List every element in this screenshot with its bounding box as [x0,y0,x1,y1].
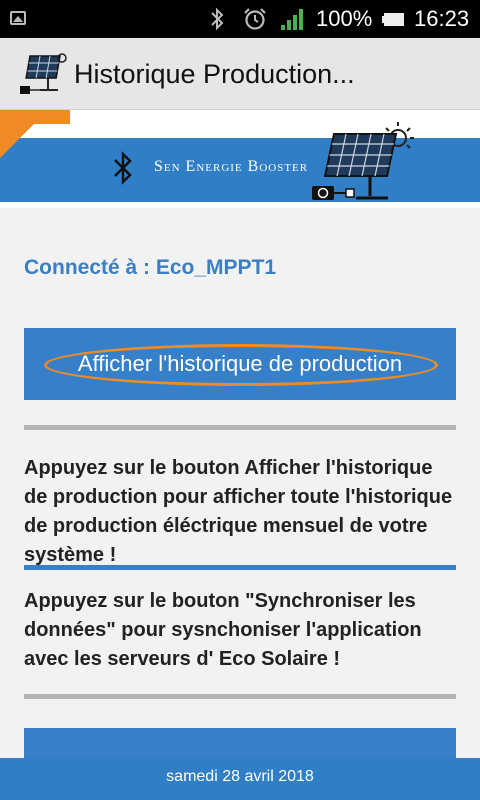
status-bar: 100% 16:23 [0,0,480,38]
alarm-icon [244,8,266,30]
instruction-sync: Appuyez sur le bouton "Synchroniser les … [24,590,422,670]
instruction-history: Appuyez sur le bouton Afficher l'histori… [24,457,453,566]
divider [24,694,456,699]
page-title: Historique Production... [74,59,355,89]
divider [24,425,456,430]
gallery-icon [10,11,26,25]
battery-percent: 100% [316,6,373,31]
bluetooth-icon [211,7,224,31]
footer-date: samedi 28 avril 2018 [0,758,480,800]
solar-panel-icon [312,122,414,200]
main-content: Connecté à : Eco_MPPT1 Afficher l'histor… [0,208,480,758]
bluetooth-icon [114,151,132,185]
solar-panel-icon [20,53,67,94]
clock-time: 16:23 [414,6,470,31]
show-history-button[interactable]: Afficher l'historique de production [24,328,456,400]
sync-data-button[interactable] [24,728,456,758]
app-bar: Historique Production... [0,38,480,110]
signal-icon [281,9,303,30]
connection-status: Connecté à : Eco_MPPT1 [24,256,277,279]
banner-accent-corner [0,110,48,158]
divider [24,565,456,570]
show-history-button-label: Afficher l'historique de production [77,351,403,376]
brand-banner: Sen Energie Booster [0,110,480,208]
battery-icon [382,13,404,26]
brand-name: Sen Energie Booster [154,158,309,175]
